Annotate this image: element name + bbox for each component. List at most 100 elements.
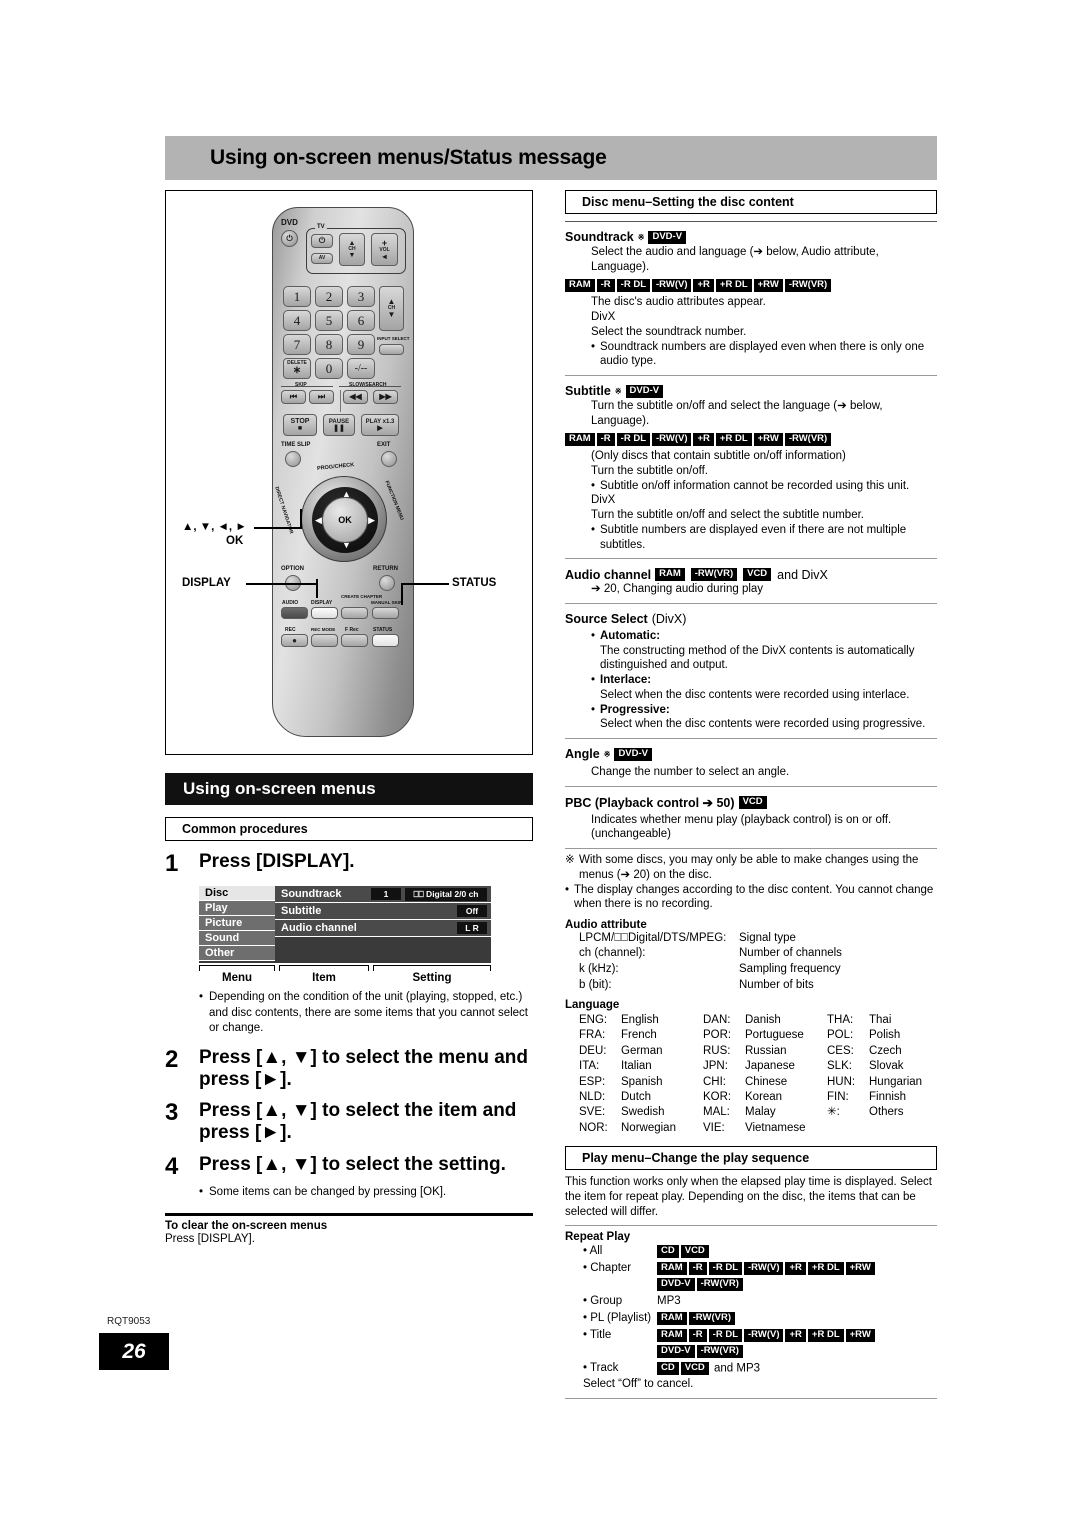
step-2-number: 2 — [165, 1045, 179, 1073]
rewind-button[interactable]: ◀◀ — [343, 390, 368, 404]
manual-skip-button[interactable] — [372, 607, 399, 619]
number-6-button[interactable]: 6 — [347, 310, 375, 331]
number-5-button[interactable]: 5 — [315, 310, 343, 331]
exit-button[interactable] — [381, 451, 397, 467]
osd-value-soundtrack-format[interactable]: ⎕⎕ Digital 2/0 ch — [405, 887, 487, 901]
tv-channel-rocker[interactable]: ▲ CH ▼ — [339, 233, 365, 266]
osd-menu-item-sound[interactable]: Sound — [199, 931, 275, 947]
subtitle-bullet-2-text: Subtitle numbers are displayed even if t… — [600, 523, 907, 551]
callout-display: DISPLAY — [182, 577, 231, 589]
ok-button[interactable]: OK — [322, 497, 368, 543]
number-8-button[interactable]: 8 — [315, 334, 343, 355]
osd-item-label-soundtrack: Soundtrack — [281, 888, 342, 901]
play-button[interactable]: PLAY x1.3 ▶ — [361, 414, 399, 436]
osd-menu-item-other[interactable]: Other — [199, 946, 275, 962]
chip-plus-r-dl: +R DL — [807, 1262, 844, 1276]
play-menu-intro: This function works only when the elapse… — [565, 1176, 932, 1218]
chip-minus-r: -R — [596, 432, 615, 446]
dvd-power-button[interactable]: ⏻ — [281, 230, 298, 247]
language-entry: THA: Thai — [827, 1014, 892, 1027]
status-button[interactable] — [372, 634, 399, 647]
callout-ok: OK — [226, 535, 244, 547]
repeat-play-label-all: • All — [583, 1245, 603, 1258]
soundtrack-line-1: Select the audio and language (➔ below, … — [591, 245, 879, 273]
page-number: 26 — [99, 1333, 169, 1370]
dash-button[interactable]: -/-- — [347, 358, 375, 379]
rec-button[interactable]: ● — [281, 634, 308, 647]
cursor-right-icon[interactable]: ▶ — [368, 516, 375, 525]
heading-audio-channel-text: Audio channel — [565, 567, 652, 582]
language-entry: POR: Portuguese — [703, 1029, 804, 1042]
rec-mode-button[interactable] — [311, 634, 338, 647]
chip-plus-r-dl: +R DL — [807, 1329, 844, 1342]
osd-row-soundtrack[interactable]: Soundtrack 1 ⎕⎕ Digital 2/0 ch — [275, 886, 491, 904]
osd-bracket-menu: Menu — [199, 965, 275, 984]
osd-menu-item-play[interactable]: Play — [199, 901, 275, 917]
delete-button[interactable]: DELETE ∗ — [283, 358, 311, 379]
osd-diagram: Disc Play Picture Sound Other Soundtrack… — [199, 886, 491, 984]
footnote-marker-icon: ※ — [614, 386, 622, 396]
osd-menu-item-disc[interactable]: Disc — [199, 886, 275, 902]
badge-dvd-v: DVD-V — [614, 748, 652, 761]
number-2-button[interactable]: 2 — [315, 286, 343, 307]
osd-bracket-label-setting: Setting — [412, 972, 452, 985]
subtitle-line-2: (Only discs that contain subtitle on/off… — [591, 450, 846, 463]
display-button[interactable] — [311, 607, 338, 619]
section-title-on-screen-menus: Using on-screen menus — [165, 773, 533, 805]
soundtrack-line-3: DivX — [591, 311, 616, 324]
number-0-button[interactable]: 0 — [315, 358, 343, 379]
exit-label: EXIT — [377, 442, 391, 448]
callout-status-leader — [401, 583, 449, 585]
audio-button[interactable] — [281, 607, 308, 619]
chip-minus-r-dl: -R DL — [616, 278, 650, 292]
osd-bracket-item: Item — [279, 965, 369, 984]
repeat-play-value-group: MP3 — [657, 1295, 681, 1308]
return-button[interactable] — [379, 575, 395, 591]
chip-ram: RAM — [657, 1329, 687, 1342]
bullet-dot-icon: • — [591, 523, 596, 536]
channel-rocker[interactable]: ▲ CH ▼ — [379, 286, 404, 331]
osd-item-label-audio-channel: Audio channel — [281, 922, 357, 935]
callout-display-leader-v — [316, 579, 318, 598]
skip-back-button[interactable]: ⏮ — [281, 390, 306, 404]
f-rec-button[interactable] — [341, 634, 368, 647]
osd-row-audio-channel[interactable]: Audio channel L R — [275, 920, 491, 938]
heading-pbc-text: PBC (Playback control ➔ 50) — [565, 795, 735, 810]
create-chapter-button[interactable] — [341, 607, 368, 619]
number-1-button[interactable]: 1 — [283, 286, 311, 307]
note-condition-text: Depending on the condition of the unit (… — [209, 991, 528, 1035]
number-4-button[interactable]: 4 — [283, 310, 311, 331]
tv-power-button[interactable]: ⏻ — [311, 234, 333, 248]
heading-source-select: Source Select (DivX) — [565, 612, 937, 626]
language-entry: DEU: German — [579, 1044, 663, 1057]
osd-value-audio-channel[interactable]: L R — [457, 922, 487, 935]
chip-plus-r: +R — [693, 278, 714, 292]
skip-forward-button[interactable]: ⏭ — [309, 390, 334, 404]
osd-value-subtitle[interactable]: Off — [457, 905, 487, 918]
repeat-play-chips-playlist: RAM -RW(VR) — [657, 1311, 937, 1327]
input-select-button[interactable] — [379, 344, 404, 355]
chip-minus-rw-v: -RW(V) — [744, 1262, 784, 1276]
left-column: DVD ⏻ TV ⏻ AV ▲ CH ▼ + VOL ◂ 1 2 3 4 5 6 — [165, 190, 533, 1245]
fast-forward-button[interactable]: ▶▶ — [373, 390, 398, 404]
tv-volume-rocker[interactable]: + VOL ◂ — [371, 233, 398, 266]
number-7-button[interactable]: 7 — [283, 334, 311, 355]
tv-label: TV — [315, 224, 327, 230]
cursor-pad[interactable]: ▲ ▼ ◀ ▶ OK — [301, 476, 387, 562]
repeat-play-row-title: • Title RAM -R -R DL -RW(V) +R +R DL +RW DVD-V… — [565, 1328, 937, 1360]
soundtrack-bullet-text: Soundtrack numbers are displayed even wh… — [600, 340, 925, 368]
stop-button[interactable]: STOP ■ — [283, 414, 317, 436]
osd-value-soundtrack-number[interactable]: 1 — [371, 888, 401, 901]
audio-attribute-key: b (bit): — [579, 978, 612, 991]
pause-button[interactable]: PAUSE ❚❚ — [323, 414, 355, 436]
number-9-button[interactable]: 9 — [347, 334, 375, 355]
osd-row-subtitle[interactable]: Subtitle Off — [275, 903, 491, 921]
osd-menu-item-picture[interactable]: Picture — [199, 916, 275, 932]
tv-av-button[interactable]: AV — [311, 253, 333, 264]
number-3-button[interactable]: 3 — [347, 286, 375, 307]
cursor-left-icon[interactable]: ◀ — [315, 516, 322, 525]
callout-display-leader — [246, 583, 318, 585]
time-slip-button[interactable] — [285, 451, 301, 467]
f-rec-label: F Rec — [345, 627, 359, 633]
rec-mode-label: REC MODE — [311, 627, 336, 632]
